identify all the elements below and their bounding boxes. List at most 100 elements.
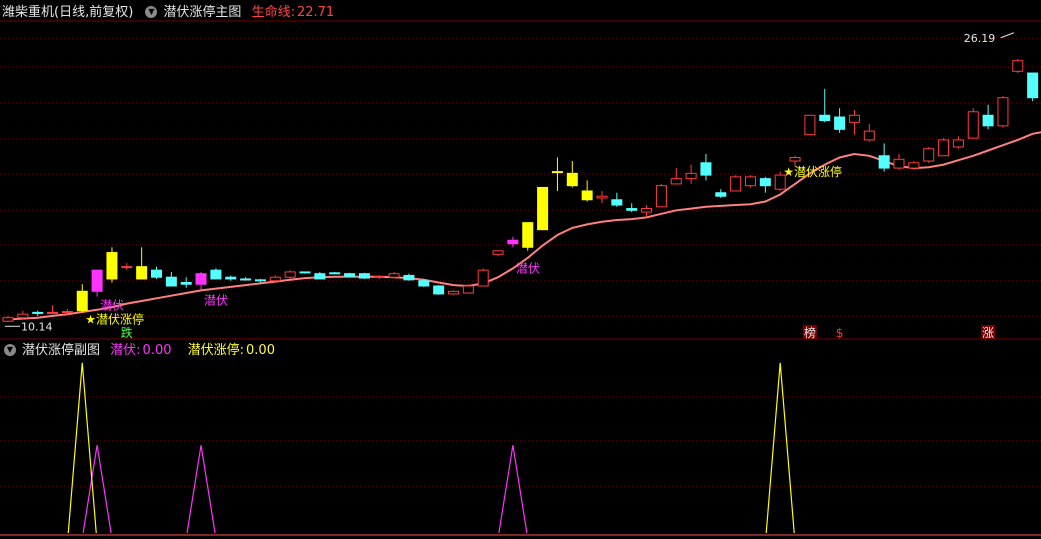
candle-body (641, 208, 653, 213)
signal-spike (765, 362, 795, 534)
candle-body (76, 290, 88, 312)
candle-body (462, 285, 474, 294)
annotations-layer: ★潜伏涨停潜伏 潜伏潜伏★潜伏涨停26.19 10.14 跌榜 $ 涨 (5, 32, 1014, 340)
candle-body (180, 281, 192, 285)
candle-body (2, 317, 14, 322)
candle-body (893, 158, 905, 169)
candle-body (655, 185, 667, 208)
candle-body (225, 276, 237, 280)
candle-body (61, 311, 73, 314)
sub-indicator-name[interactable]: 潜伏涨停副图 (22, 343, 100, 358)
sub-indicator-menu-icon[interactable]: ▼ (4, 343, 16, 356)
sub-chart-header: ▼ 潜伏涨停副图 潜伏: 0.00 潜伏涨停: 0.00 (2, 341, 287, 361)
candle-body (952, 139, 964, 148)
candle-body (878, 155, 890, 169)
qianfu-value: 0.00 (142, 343, 172, 358)
candle-body (254, 279, 266, 282)
candle-body (507, 239, 519, 245)
signal-spike (498, 445, 528, 534)
candle-body (863, 130, 875, 141)
high-price-pointer (1000, 32, 1014, 39)
candle-body (240, 278, 252, 281)
candle-body (670, 178, 682, 185)
candle-body (596, 195, 608, 199)
candle-body (47, 311, 59, 314)
candle-body (789, 157, 801, 162)
candle-body (537, 186, 549, 231)
candle-body (314, 273, 326, 280)
candle-body (195, 273, 207, 285)
high-price-label: 26.19 (964, 32, 996, 45)
candle-body (745, 176, 756, 187)
main-indicator-name[interactable]: 潜伏涨停主图 (163, 5, 241, 20)
candle-body (136, 266, 148, 280)
signal-label: 潜伏 (100, 299, 124, 313)
event-badge: 跌 (121, 325, 133, 340)
candle-body (106, 252, 118, 280)
candle-body (210, 269, 222, 280)
candle-body (923, 148, 935, 162)
signal-spike (186, 445, 216, 534)
candle-body (908, 162, 920, 169)
candle-body (373, 275, 385, 278)
candle-body (819, 114, 831, 122)
candle-body (448, 290, 459, 295)
subchart-layer (67, 362, 795, 534)
lifeline-label: 生命线: 22.71 (252, 5, 341, 20)
candle-body (418, 280, 430, 287)
qianfu-zhangting-readout: 潜伏涨停: 0.00 (188, 343, 281, 358)
candle-body (611, 199, 623, 206)
candle-body (759, 178, 771, 187)
qianfu-label: 潜伏: (110, 343, 141, 358)
candle-body (358, 273, 370, 279)
event-badge: 涨 (982, 325, 994, 340)
candle-body (403, 274, 415, 281)
stock-title: 潍柴重机(日线,前复权) (2, 5, 134, 20)
candle-body (151, 269, 162, 278)
candle-body (804, 114, 816, 136)
candle-body (982, 114, 994, 127)
candle-body (492, 250, 504, 255)
candle-body (522, 222, 534, 248)
candle-body (551, 171, 563, 174)
candle-body (17, 313, 29, 319)
candle-body (299, 271, 311, 274)
signal-label: ★潜伏涨停 (783, 164, 842, 179)
candle-body (997, 97, 1009, 127)
candle-body (344, 273, 356, 277)
event-badge: 榜 (804, 325, 816, 340)
candle-body (1012, 60, 1024, 72)
indicator-menu-icon[interactable]: ▼ (145, 5, 158, 18)
candle-body (329, 272, 341, 275)
signal-label: 潜伏 (516, 262, 540, 276)
candle-body (715, 192, 727, 197)
candle-body (581, 190, 593, 201)
signal-spike (82, 445, 112, 534)
candle-body (91, 269, 103, 292)
candle-body (730, 176, 742, 192)
candle-body (967, 111, 979, 139)
event-badge: $ (836, 326, 844, 340)
qianfu-zhangting-label: 潜伏涨停: (187, 343, 245, 358)
signal-label: 潜伏 (204, 293, 228, 307)
candle-body (269, 276, 281, 282)
signal-label: ★潜伏涨停 (85, 312, 144, 327)
candle-body (566, 172, 578, 187)
lifeline-value: 22.71 (296, 5, 335, 20)
qianfu-readout: 潜伏: 0.00 (110, 343, 177, 358)
lifeline-label-text: 生命线: (251, 5, 295, 20)
candle-body (626, 208, 638, 211)
candle-body (700, 162, 712, 176)
candle-body (284, 271, 296, 278)
chart-canvas: ★潜伏涨停潜伏 潜伏潜伏★潜伏涨停26.19 10.14 跌榜 $ 涨 (0, 20, 1041, 536)
candle-body (165, 276, 177, 287)
main-chart-header: 潍柴重机(日线,前复权) ▼ 潜伏涨停主图 生命线: 22.71 (2, 3, 346, 23)
lifeline-layer (7, 131, 1041, 321)
candle-body (848, 114, 860, 123)
candle-body (32, 311, 44, 314)
lifeline-series (7, 131, 1041, 321)
candle-body (433, 285, 445, 295)
candle-body (685, 172, 697, 180)
candle-body (1027, 72, 1039, 99)
candle-body (938, 139, 950, 157)
